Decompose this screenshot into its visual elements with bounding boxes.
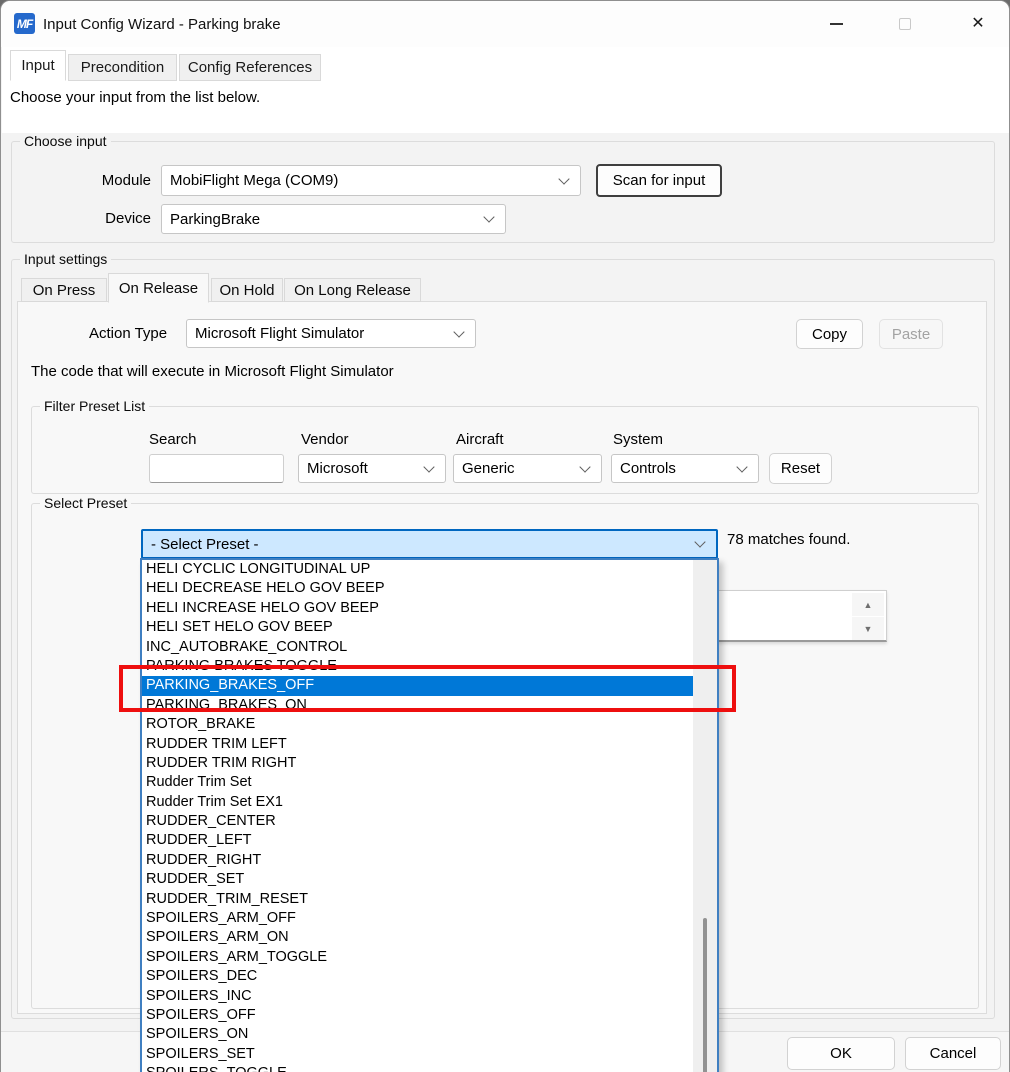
list-item[interactable]: HELI SET HELO GOV BEEP xyxy=(142,618,693,637)
chevron-down-icon xyxy=(558,173,569,184)
code-note: The code that will execute in Microsoft … xyxy=(31,363,394,380)
action-type-dropdown-value: Microsoft Flight Simulator xyxy=(195,325,364,342)
list-item[interactable]: SPOILERS_TOGGLE xyxy=(142,1064,693,1072)
title-bar[interactable]: MF Input Config Wizard - Parking brake ✕ xyxy=(1,1,1009,47)
chevron-down-icon xyxy=(483,211,494,222)
list-item[interactable]: INC_AUTOBRAKE_CONTROL xyxy=(142,638,693,657)
list-item[interactable]: SPOILERS_ARM_TOGGLE xyxy=(142,948,693,967)
search-label: Search xyxy=(149,431,197,448)
device-label: Device xyxy=(61,210,151,227)
device-dropdown-value: ParkingBrake xyxy=(170,211,260,228)
arrow-down-icon: ▼ xyxy=(864,624,873,634)
list-item[interactable]: HELI INCREASE HELO GOV BEEP xyxy=(142,599,693,618)
annotation-red-rectangle xyxy=(119,665,736,712)
list-item[interactable]: RUDDER TRIM LEFT xyxy=(142,735,693,754)
chevron-down-icon xyxy=(423,461,434,472)
matches-found-text: 78 matches found. xyxy=(727,531,850,548)
preset-list-items: HELI CYCLIC LONGITUDINAL UPHELI DECREASE… xyxy=(142,560,717,1072)
arrow-up-icon: ▲ xyxy=(864,600,873,610)
list-item[interactable]: SPOILERS_DEC xyxy=(142,967,693,986)
device-dropdown[interactable]: ParkingBrake xyxy=(161,204,506,234)
list-item[interactable]: Rudder Trim Set xyxy=(142,773,693,792)
input-settings-legend: Input settings xyxy=(20,251,111,267)
list-item[interactable]: RUDDER TRIM RIGHT xyxy=(142,754,693,773)
spinner-down-button[interactable]: ▼ xyxy=(852,617,884,640)
minimize-icon xyxy=(830,23,843,25)
list-item[interactable]: RUDDER_CENTER xyxy=(142,812,693,831)
list-item[interactable]: RUDDER_LEFT xyxy=(142,831,693,850)
chevron-down-icon xyxy=(694,536,705,547)
list-item[interactable]: HELI CYCLIC LONGITUDINAL UP xyxy=(142,560,693,579)
module-dropdown-value: MobiFlight Mega (COM9) xyxy=(170,172,338,189)
module-dropdown[interactable]: MobiFlight Mega (COM9) xyxy=(161,165,581,196)
system-label: System xyxy=(613,431,663,448)
maximize-button xyxy=(882,8,928,40)
system-dropdown[interactable]: Controls xyxy=(611,454,759,483)
cancel-button[interactable]: Cancel xyxy=(905,1037,1001,1070)
vendor-dropdown[interactable]: Microsoft xyxy=(298,454,446,483)
tab-config-references[interactable]: Config References xyxy=(179,54,321,81)
select-preset-dropdown[interactable]: - Select Preset - xyxy=(141,529,718,559)
list-item[interactable]: RUDDER_RIGHT xyxy=(142,851,693,870)
list-item[interactable]: SPOILERS_INC xyxy=(142,987,693,1006)
tab-on-long-release[interactable]: On Long Release xyxy=(284,278,421,302)
select-preset-legend: Select Preset xyxy=(40,495,131,511)
ok-button[interactable]: OK xyxy=(787,1037,895,1070)
window-title: Input Config Wizard - Parking brake xyxy=(43,1,281,47)
tab-precondition[interactable]: Precondition xyxy=(68,54,177,81)
top-tab-strip: Input Precondition Config References Cho… xyxy=(2,47,1010,133)
list-item[interactable]: ROTOR_BRAKE xyxy=(142,715,693,734)
preset-dropdown-list[interactable]: HELI CYCLIC LONGITUDINAL UPHELI DECREASE… xyxy=(140,558,719,1072)
close-button[interactable]: ✕ xyxy=(955,8,1001,40)
list-item[interactable]: SPOILERS_SET xyxy=(142,1045,693,1064)
aircraft-dropdown-value: Generic xyxy=(462,460,515,477)
chevron-down-icon xyxy=(579,461,590,472)
intro-text: Choose your input from the list below. xyxy=(10,89,260,106)
paste-button: Paste xyxy=(879,319,943,349)
copy-button[interactable]: Copy xyxy=(796,319,863,349)
list-item[interactable]: HELI DECREASE HELO GOV BEEP xyxy=(142,579,693,598)
select-preset-dropdown-value: - Select Preset - xyxy=(151,536,259,553)
list-item[interactable]: Rudder Trim Set EX1 xyxy=(142,793,693,812)
list-item[interactable]: SPOILERS_OFF xyxy=(142,1006,693,1025)
tab-on-press[interactable]: On Press xyxy=(21,278,107,302)
spinner-up-button[interactable]: ▲ xyxy=(852,593,884,616)
chevron-down-icon xyxy=(453,326,464,337)
chevron-down-icon xyxy=(736,461,747,472)
search-input[interactable] xyxy=(149,454,284,483)
list-item[interactable]: RUDDER_SET xyxy=(142,870,693,889)
aircraft-dropdown[interactable]: Generic xyxy=(453,454,602,483)
filter-preset-legend: Filter Preset List xyxy=(40,398,149,414)
list-item[interactable]: SPOILERS_ARM_ON xyxy=(142,928,693,947)
maximize-icon xyxy=(899,18,911,30)
list-scrollbar-track[interactable] xyxy=(693,560,717,1072)
action-type-label: Action Type xyxy=(89,325,167,342)
mobiflight-logo-icon: MF xyxy=(14,13,35,34)
tab-on-hold[interactable]: On Hold xyxy=(211,278,283,302)
choose-input-legend: Choose input xyxy=(20,133,111,149)
minimize-button[interactable] xyxy=(813,8,859,40)
vendor-dropdown-value: Microsoft xyxy=(307,460,368,477)
system-dropdown-value: Controls xyxy=(620,460,676,477)
preset-value-spinner[interactable]: ▲ ▼ xyxy=(717,590,887,642)
list-item[interactable]: RUDDER_TRIM_RESET xyxy=(142,890,693,909)
reset-button[interactable]: Reset xyxy=(769,453,832,484)
vendor-label: Vendor xyxy=(301,431,349,448)
aircraft-label: Aircraft xyxy=(456,431,504,448)
tab-on-release[interactable]: On Release xyxy=(108,273,209,303)
input-config-wizard-window: MF Input Config Wizard - Parking brake ✕… xyxy=(0,0,1010,1072)
list-item[interactable]: SPOILERS_ARM_OFF xyxy=(142,909,693,928)
action-type-dropdown[interactable]: Microsoft Flight Simulator xyxy=(186,319,476,348)
list-scrollbar-thumb[interactable] xyxy=(703,918,707,1072)
module-label: Module xyxy=(61,172,151,189)
tab-input[interactable]: Input xyxy=(10,50,66,81)
close-icon: ✕ xyxy=(971,16,984,32)
scan-for-input-button[interactable]: Scan for input xyxy=(596,164,722,197)
screenshot-stage: MF Input Config Wizard - Parking brake ✕… xyxy=(0,0,1010,1072)
list-item[interactable]: SPOILERS_ON xyxy=(142,1025,693,1044)
